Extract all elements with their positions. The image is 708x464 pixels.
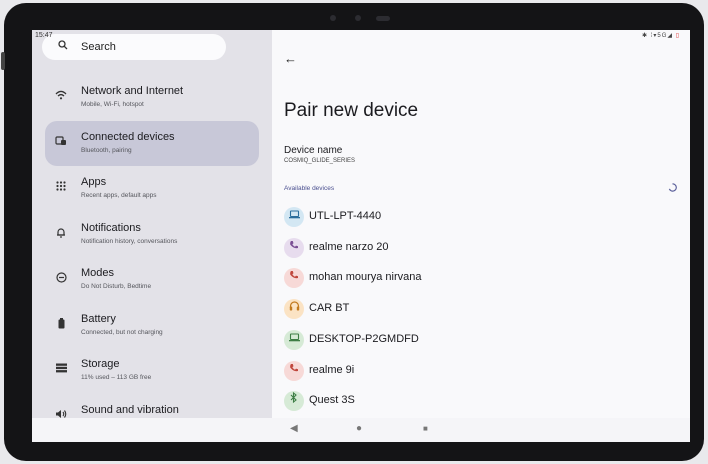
sensor-icon bbox=[330, 15, 336, 21]
status-time: 15:47 bbox=[35, 32, 53, 39]
bluetooth-icon bbox=[284, 391, 304, 412]
settings-sidebar: Search Network and Internet Mobile, Wi-Fi… bbox=[32, 30, 272, 418]
available-device-item[interactable]: realme 9i bbox=[284, 359, 644, 383]
modes-icon bbox=[54, 272, 68, 286]
available-device-item[interactable]: realme narzo 20 bbox=[284, 236, 644, 260]
search-bar[interactable]: Search bbox=[42, 34, 226, 60]
device-name: UTL-LPT-4440 bbox=[309, 210, 382, 222]
sidebar-item-title: Battery bbox=[81, 312, 116, 325]
system-nav-bar: ◀ ● ■ bbox=[32, 418, 690, 442]
sensor-icon bbox=[376, 16, 390, 21]
sidebar-item-title: Sound and vibration bbox=[81, 403, 179, 416]
device-name-label[interactable]: Device name bbox=[284, 145, 342, 156]
sidebar-item-title: Apps bbox=[81, 176, 107, 188]
sidebar-item-title: Notifications bbox=[81, 221, 141, 234]
battery-icon bbox=[54, 317, 68, 332]
sidebar-item[interactable]: Modes Do Not Disturb, Bedtime bbox=[45, 257, 259, 302]
search-icon bbox=[58, 40, 68, 53]
sidebar-item[interactable]: Battery Connected, but not charging bbox=[45, 303, 259, 348]
home-nav-icon[interactable]: ● bbox=[356, 423, 362, 434]
device-name: DESKTOP-P2GMDFD bbox=[309, 332, 419, 345]
phone-icon bbox=[284, 268, 304, 289]
screen: Search Network and Internet Mobile, Wi-Fi… bbox=[32, 30, 690, 442]
sidebar-item-subtitle: Notification history, conversations bbox=[81, 237, 178, 245]
device-name: CAR BT bbox=[309, 302, 350, 315]
sidebar-item-subtitle: Do Not Disturb, Bedtime bbox=[81, 283, 152, 290]
camera-icon bbox=[355, 15, 361, 21]
available-device-item[interactable]: CAR BT bbox=[284, 297, 644, 321]
device-name: realme narzo 20 bbox=[309, 240, 389, 253]
laptop-icon bbox=[284, 329, 304, 350]
device-name-value: COSMIQ_GLIDE_SERIES bbox=[284, 158, 356, 164]
sidebar-item-subtitle: 11% used – 113 GB free bbox=[81, 374, 152, 381]
sidebar-item[interactable]: Storage 11% used – 113 GB free bbox=[45, 348, 259, 393]
available-device-item[interactable]: DESKTOP-P2GMDFD bbox=[284, 328, 644, 352]
storage-icon bbox=[54, 363, 68, 376]
connected-devices-icon bbox=[54, 135, 68, 149]
sidebar-item-title: Network and Internet bbox=[81, 85, 184, 97]
bell-icon bbox=[54, 227, 68, 241]
available-device-item[interactable]: Quest 3S bbox=[284, 389, 644, 413]
sidebar-item-title: Storage bbox=[81, 358, 120, 370]
recents-nav-icon[interactable]: ■ bbox=[423, 424, 428, 433]
apps-grid-icon bbox=[54, 181, 68, 194]
sidebar-item-subtitle: Connected, but not charging bbox=[81, 328, 163, 336]
sidebar-item[interactable]: Apps Recent apps, default apps bbox=[45, 166, 259, 211]
status-icons: ✱ ⁞▾5G◢ ▯ bbox=[642, 33, 680, 39]
wifi-icon bbox=[54, 90, 68, 103]
sidebar-item[interactable]: Network and Internet Mobile, Wi-Fi, hotsp… bbox=[45, 75, 259, 120]
available-device-item[interactable]: UTL-LPT-4440 bbox=[284, 205, 644, 229]
sidebar-item[interactable]: Connected devices Bluetooth, pairing bbox=[45, 120, 259, 166]
device-name: mohan mourya nirvana bbox=[309, 271, 422, 284]
page-title: Pair new device bbox=[284, 100, 419, 121]
phone-icon bbox=[284, 237, 304, 258]
sidebar-item[interactable]: Sound and vibrationVolume and vibration bbox=[45, 394, 259, 419]
pair-device-panel: ← Pair new device Device name COSMIQ_GLI… bbox=[272, 30, 690, 418]
available-devices-header: Available devices bbox=[284, 185, 335, 192]
sidebar-item-subtitle: Bluetooth, pairing bbox=[81, 146, 132, 154]
back-nav-icon[interactable]: ◀ bbox=[290, 423, 298, 434]
speaker-icon bbox=[54, 409, 68, 419]
sidebar-item-subtitle: Recent apps, default apps bbox=[81, 192, 157, 199]
sidebar-item-title: Modes bbox=[81, 267, 115, 279]
sidebar-item-title: Connected devices bbox=[81, 130, 175, 143]
back-arrow-icon[interactable]: ← bbox=[284, 51, 297, 66]
search-label: Search bbox=[81, 41, 116, 53]
headphones-icon bbox=[284, 299, 304, 320]
sidebar-item-subtitle: Mobile, Wi-Fi, hotspot bbox=[81, 101, 144, 108]
phone-icon bbox=[284, 360, 304, 381]
sidebar-item[interactable]: Notifications Notification history, conve… bbox=[45, 212, 259, 257]
device-name: realme 9i bbox=[309, 363, 355, 376]
laptop-icon bbox=[284, 207, 304, 227]
loading-spinner-icon bbox=[668, 183, 677, 194]
available-device-item[interactable]: mohan mourya nirvana bbox=[284, 266, 644, 290]
battery-low-icon: ▯ bbox=[675, 33, 680, 39]
power-button bbox=[1, 52, 5, 70]
device-name: Quest 3S bbox=[309, 394, 355, 407]
